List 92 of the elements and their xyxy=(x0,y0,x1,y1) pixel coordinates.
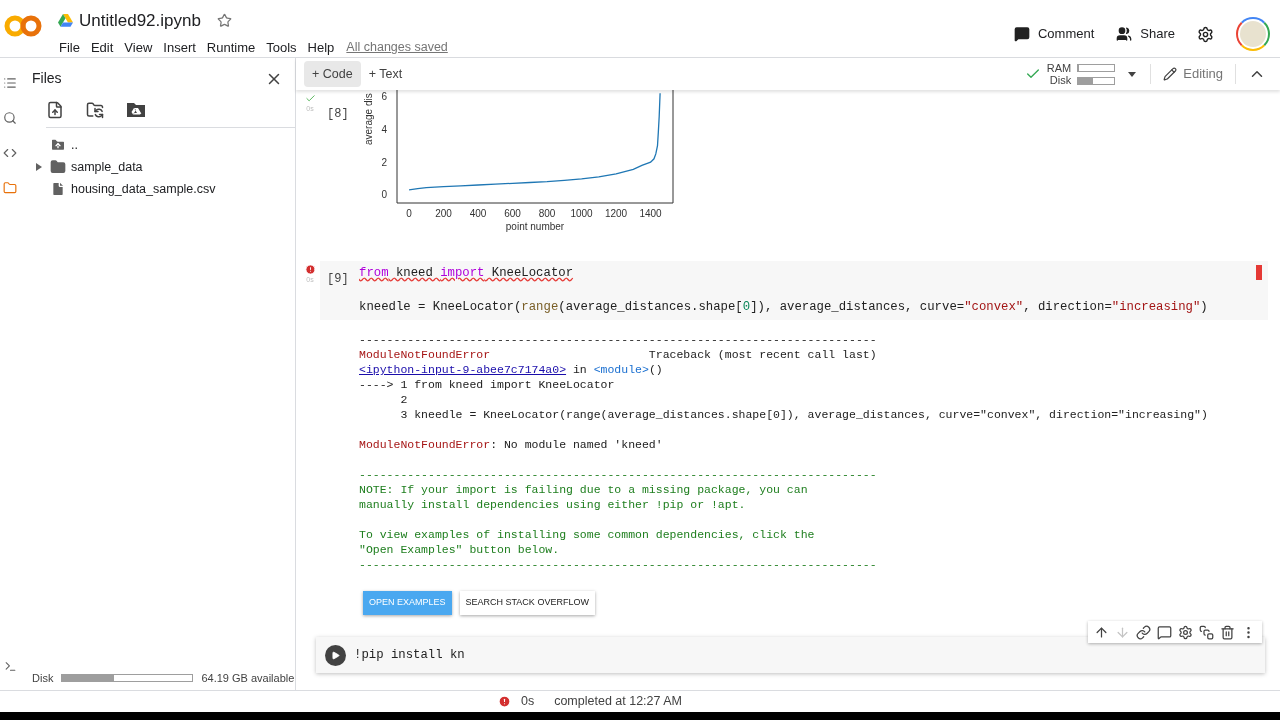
usage-bar xyxy=(1077,63,1116,72)
output-line: --------------------------------------------------------------------------- xyxy=(359,557,877,572)
y-tick-label: 2 xyxy=(381,156,387,168)
star-icon[interactable] xyxy=(216,13,232,29)
x-axis-label: point number xyxy=(505,221,565,232)
code-icon[interactable] xyxy=(3,146,17,160)
notebook-title[interactable]: Untitled92.ipynb xyxy=(79,8,201,34)
menu-item[interactable]: File xyxy=(54,37,85,57)
output-line: NOTE: If your import is failing due to a missing package, you can xyxy=(359,482,808,497)
file-tree-item[interactable]: .. xyxy=(20,134,295,156)
trash-icon[interactable] xyxy=(1220,624,1235,640)
resource-label: RAM xyxy=(1046,62,1072,74)
dropdown-caret-icon[interactable] xyxy=(1128,71,1137,77)
output-line: "Open Examples" button below. xyxy=(359,542,560,557)
menu-item[interactable]: Edit xyxy=(85,37,119,57)
expand-caret-icon[interactable] xyxy=(36,163,42,171)
code-line: kneedle = KneeLocator(range(average_distances.shape[0]), average_distances, curve="convex", direction="increasing") xyxy=(359,299,1208,316)
menu-item[interactable]: Insert xyxy=(158,37,201,57)
x-tick-label: 600 xyxy=(504,208,521,219)
output-line: ----> 1 from kneed import KneeLocator xyxy=(359,377,615,392)
add-cell-button[interactable]: + Code xyxy=(304,61,361,87)
x-tick-label: 400 xyxy=(469,208,487,219)
error-marker xyxy=(1256,265,1262,280)
account-avatar[interactable] xyxy=(1236,17,1270,51)
header-action-button[interactable]: Share xyxy=(1140,24,1175,44)
code-line: !pip install kn xyxy=(354,646,465,664)
upload-icon[interactable] xyxy=(46,101,64,119)
file-icon xyxy=(50,181,66,197)
x-tick-label: 800 xyxy=(538,208,556,219)
resource-label: Disk xyxy=(1049,74,1072,86)
people-icon[interactable] xyxy=(1116,26,1133,42)
terminal-icon[interactable] xyxy=(3,660,17,673)
y-axis-label: average dis xyxy=(363,93,374,145)
output-line: --------------------------------------------------------------------------- xyxy=(359,467,877,482)
output-line: 3 kneedle = KneeLocator(range(average_distances.shape[0]), average_distances, curve="convex", direction="increasing") xyxy=(399,407,1208,422)
run-button[interactable] xyxy=(324,644,346,666)
settings-icon[interactable] xyxy=(1197,25,1214,43)
y-tick-label: 4 xyxy=(381,123,387,135)
execution-count: [9] xyxy=(327,272,349,286)
save-status[interactable]: All changes saved xyxy=(346,37,448,57)
x-tick-label: 200 xyxy=(435,208,452,219)
traceback-link[interactable]: <ipython-input-9-abee7c7174a0> xyxy=(359,363,567,376)
menu-item[interactable]: Help xyxy=(302,37,340,57)
folder-icon xyxy=(50,159,66,175)
file-tree-item[interactable]: housing_data_sample.csv xyxy=(20,178,295,200)
comment-icon[interactable] xyxy=(1157,624,1172,640)
x-tick-label: 1200 xyxy=(604,208,628,219)
logo-icon[interactable] xyxy=(4,14,42,38)
panel-title: Files xyxy=(32,69,62,88)
output-line: ModuleNotFoundError Traceback (most recent call last) xyxy=(359,347,877,362)
drive-icon xyxy=(58,14,73,28)
add-cell-button[interactable]: + Text xyxy=(360,61,411,87)
error-icon xyxy=(497,695,511,708)
pencil-icon xyxy=(1163,67,1178,81)
x-tick-label: 0 xyxy=(406,208,412,219)
output-line: manually install dependencies using either !pip or !apt. xyxy=(359,497,746,512)
play-icon xyxy=(331,650,340,660)
file-tree-item[interactable]: sample_data xyxy=(20,156,295,178)
y-tick-label: 6 xyxy=(381,91,387,103)
header-action-button[interactable]: Comment xyxy=(1037,24,1095,44)
link-icon[interactable] xyxy=(1136,624,1151,640)
code-line: from kneed import KneeLocator xyxy=(359,265,574,282)
y-tick-label: 0 xyxy=(381,189,387,201)
menu-item[interactable]: View xyxy=(119,37,158,57)
output-line: --------------------------------------------------------------------------- xyxy=(359,332,877,347)
editing-mode-button[interactable]: Editing xyxy=(1163,64,1223,84)
usage-bar xyxy=(1077,76,1116,85)
x-tick-label: 1400 xyxy=(639,208,662,219)
menu-item[interactable]: Tools xyxy=(261,37,302,57)
output-line: To view examples of installing some common dependencies, click the xyxy=(359,527,815,542)
disk-available: 64.19 GB available xyxy=(201,670,295,686)
run-duration: 0s xyxy=(520,693,535,711)
refresh-folder-icon[interactable] xyxy=(86,101,104,119)
code-editor[interactable]: !pip install kn xyxy=(316,637,1265,673)
code-editor[interactable]: [9] from kneed import KneeLocator kneedle = KneeLocator(range(average_distances.shape[0]), average_distances, curve="convex", direction="increasing") xyxy=(320,261,1268,320)
parent-folder-icon xyxy=(50,137,66,153)
table-of-contents-icon[interactable] xyxy=(3,76,17,90)
output-line: <ipython-input-9-abee7c7174a0> in <module>() xyxy=(359,362,663,377)
output-button[interactable]: SEARCH STACK OVERFLOW xyxy=(459,591,595,615)
output-line: ModuleNotFoundError: No module named 'kneed' xyxy=(359,437,663,452)
execution-count: [8] xyxy=(327,107,349,121)
drive-folder-icon[interactable] xyxy=(126,102,146,118)
disk-label: Disk xyxy=(32,670,54,686)
status-message: completed at 12:27 AM xyxy=(554,693,683,711)
comment-icon[interactable] xyxy=(1013,26,1030,42)
settings-icon[interactable] xyxy=(1178,624,1193,640)
mirror-icon[interactable] xyxy=(1199,624,1214,640)
menu-item[interactable]: Runtime xyxy=(201,37,261,57)
search-icon[interactable] xyxy=(3,111,17,125)
x-tick-label: 1000 xyxy=(570,208,593,219)
output-line: 2 xyxy=(399,392,408,407)
folder-icon[interactable] xyxy=(3,181,17,195)
